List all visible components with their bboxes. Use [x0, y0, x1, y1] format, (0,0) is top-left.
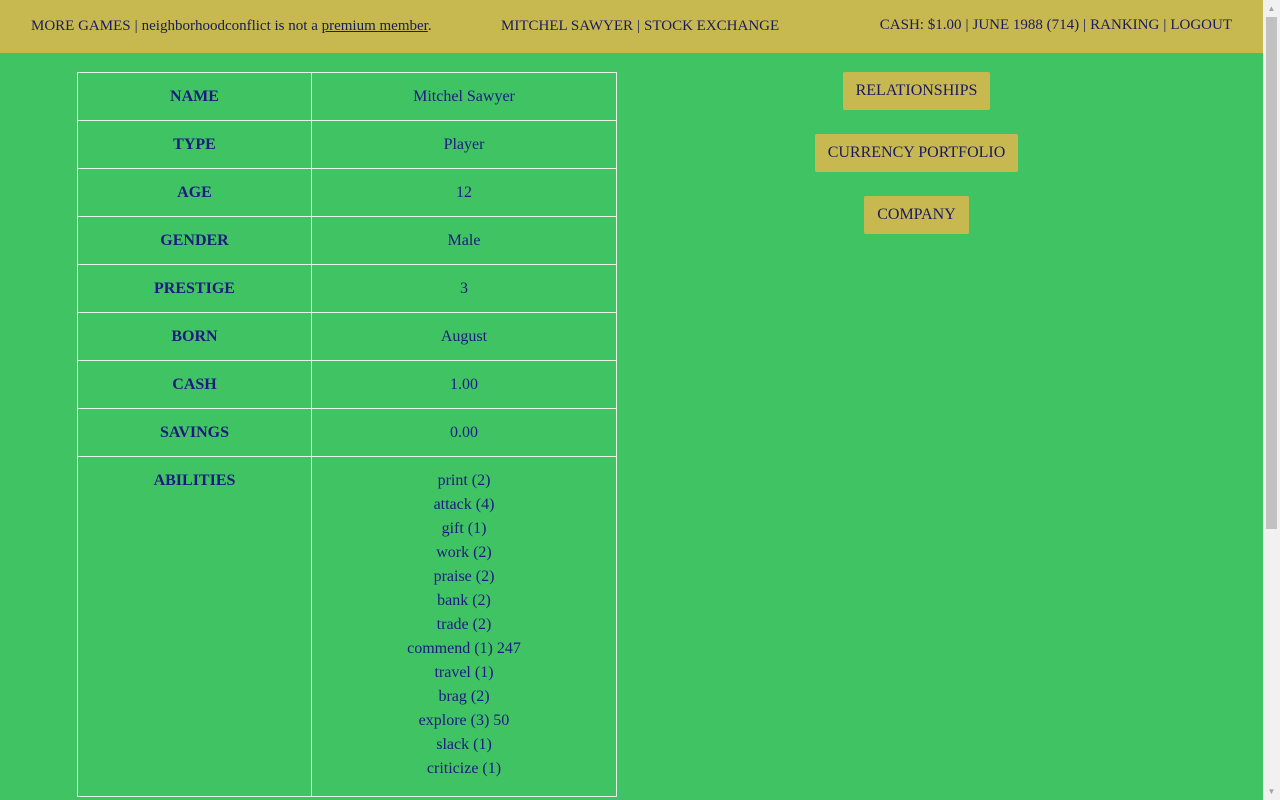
ability-item: praise (2)	[433, 568, 495, 585]
header-center: MITCHEL SAWYER | STOCK EXCHANGE	[501, 18, 779, 35]
ability-item: travel (1)	[434, 664, 494, 681]
logout-link[interactable]: LOGOUT	[1170, 17, 1232, 33]
ability-item: trade (2)	[436, 616, 492, 633]
ranking-link[interactable]: RANKING	[1090, 17, 1159, 33]
profile-row-age: AGE 12	[77, 168, 617, 217]
ability-item: brag (2)	[438, 688, 490, 705]
profile-row-abilities: ABILITIES print (2) attack (4) gift (1) …	[77, 456, 617, 797]
ability-item: attack (4)	[433, 496, 495, 513]
profile-row-savings: SAVINGS 0.00	[77, 408, 617, 457]
profile-row-born: BORN August	[77, 312, 617, 361]
separator: |	[134, 18, 138, 34]
separator: |	[1083, 17, 1087, 33]
separator: |	[636, 18, 640, 34]
ability-item: explore (3) 50	[418, 712, 510, 729]
date-display: JUNE 1988 (714)	[972, 17, 1080, 33]
row-value: Player	[311, 120, 617, 169]
row-label: AGE	[77, 168, 312, 217]
player-name-link[interactable]: MITCHEL SAWYER	[501, 18, 633, 34]
separator: |	[965, 17, 969, 33]
ability-item: commend (1) 247	[407, 640, 521, 657]
row-value: 12	[311, 168, 617, 217]
row-label: BORN	[77, 312, 312, 361]
ability-item: gift (1)	[441, 520, 487, 537]
profile-table: NAME Mitchel Sawyer TYPE Player AGE 12 G…	[77, 72, 617, 797]
ability-item: slack (1)	[436, 736, 492, 753]
scroll-up-arrow-icon[interactable]: ▲	[1263, 0, 1280, 17]
profile-row-name: NAME Mitchel Sawyer	[77, 72, 617, 121]
row-label: GENDER	[77, 216, 312, 265]
scrollbar-thumb[interactable]	[1266, 17, 1277, 529]
currency-portfolio-button[interactable]: CURRENCY PORTFOLIO	[815, 134, 1018, 172]
profile-row-type: TYPE Player	[77, 120, 617, 169]
cash-display: CASH: $1.00	[879, 17, 962, 33]
row-label: TYPE	[77, 120, 312, 169]
profile-row-gender: GENDER Male	[77, 216, 617, 265]
vertical-scrollbar[interactable]: ▲ ▼	[1263, 0, 1280, 800]
period: .	[427, 18, 432, 34]
scroll-down-arrow-icon[interactable]: ▼	[1263, 783, 1280, 800]
row-label: PRESTIGE	[77, 264, 312, 313]
ability-item: criticize (1)	[426, 760, 502, 777]
header-left: MORE GAMES | neighborhoodconflict is not a…	[31, 18, 432, 35]
row-label: NAME	[77, 72, 312, 121]
separator: |	[1163, 17, 1167, 33]
row-value: 3	[311, 264, 617, 313]
more-games-link[interactable]: MORE GAMES	[31, 18, 131, 34]
row-value: 1.00	[311, 360, 617, 409]
profile-row-prestige: PRESTIGE 3	[77, 264, 617, 313]
company-button[interactable]: COMPANY	[864, 196, 969, 234]
profile-row-cash: CASH 1.00	[77, 360, 617, 409]
row-value: Mitchel Sawyer	[311, 72, 617, 121]
row-label: SAVINGS	[77, 408, 312, 457]
stock-exchange-link[interactable]: STOCK EXCHANGE	[644, 18, 779, 34]
row-value: 0.00	[311, 408, 617, 457]
premium-member-link[interactable]: premium member	[322, 18, 428, 34]
abilities-list: print (2) attack (4) gift (1) work (2) p…	[312, 469, 616, 781]
row-label: ABILITIES	[77, 456, 312, 797]
ability-item: bank (2)	[437, 592, 491, 609]
row-value: Male	[311, 216, 617, 265]
row-value: August	[311, 312, 617, 361]
top-bar: MORE GAMES | neighborhoodconflict is not a…	[0, 0, 1263, 53]
row-label: CASH	[77, 360, 312, 409]
username-text: neighborhoodconflict	[141, 18, 271, 34]
ability-item: work (2)	[436, 544, 492, 561]
not-premium-text: is not a	[274, 18, 318, 34]
header-right: CASH: $1.00 | JUNE 1988 (714) | RANKING | LOGO…	[880, 17, 1232, 34]
abilities-cell: print (2) attack (4) gift (1) work (2) p…	[311, 456, 617, 797]
ability-item: print (2)	[437, 472, 491, 489]
relationships-button[interactable]: RELATIONSHIPS	[843, 72, 990, 110]
